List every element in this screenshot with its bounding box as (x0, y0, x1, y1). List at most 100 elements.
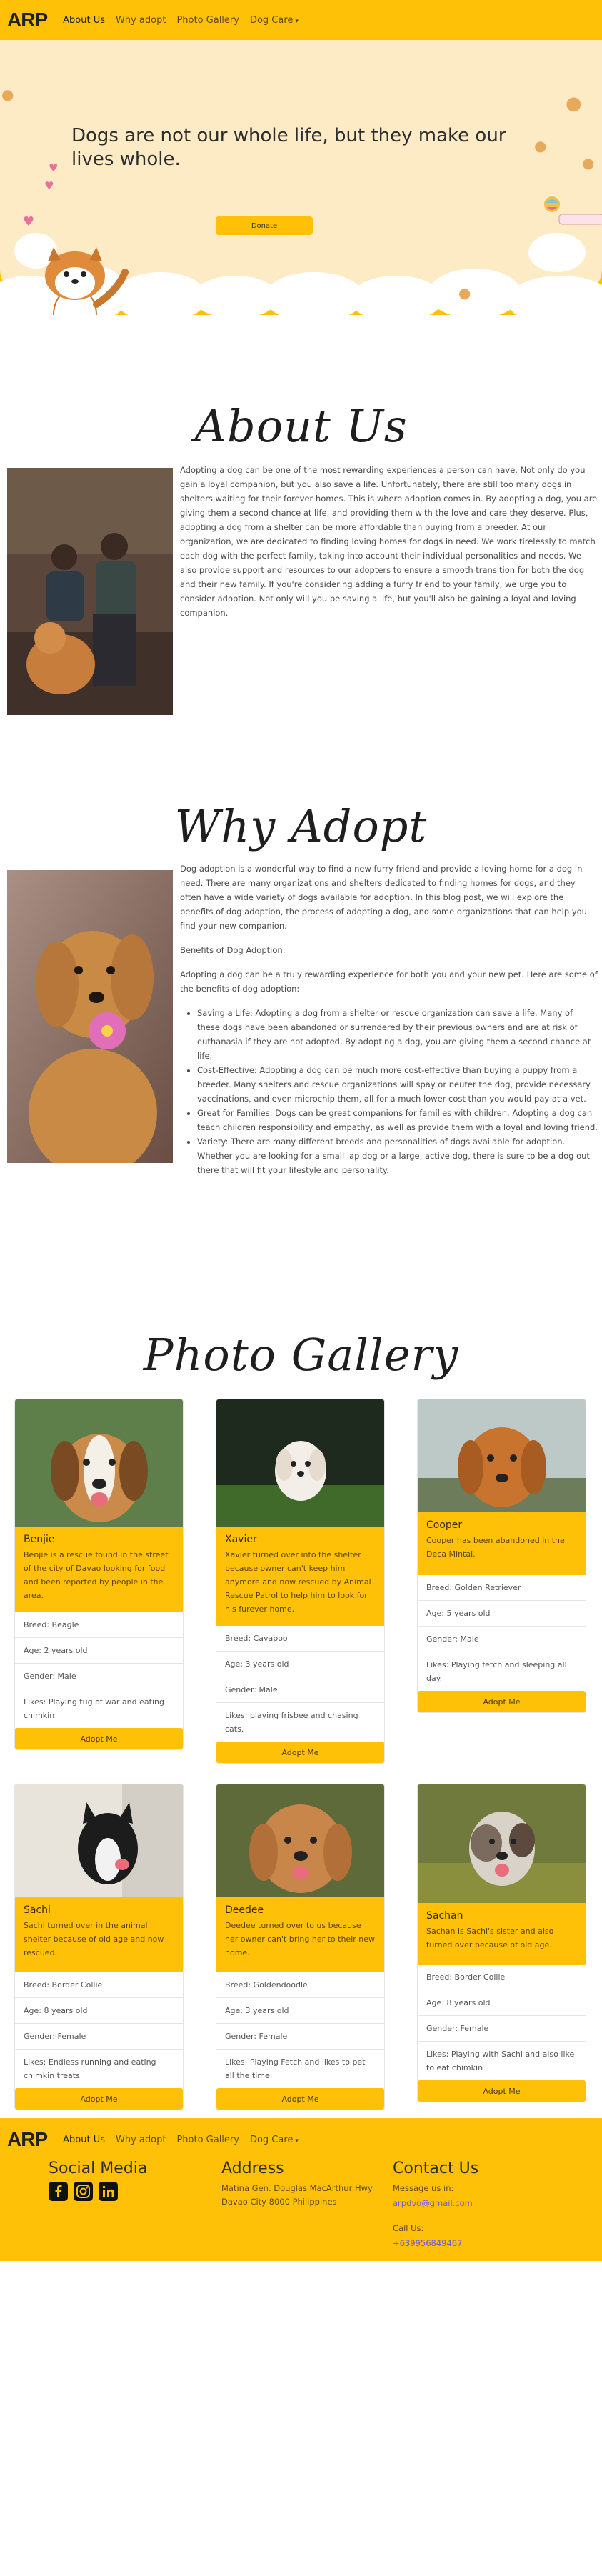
about-paragraph: Adopting a dog can be one of the most re… (180, 465, 598, 618)
dog-description: Xavier turned over into the shelter beca… (225, 1550, 371, 1614)
address-text: Matina Gen. Douglas MacArthur Hwy Davao … (221, 2183, 373, 2207)
dog-name: Benjie (24, 1534, 55, 1545)
dog-gender: Gender: Male (418, 1627, 586, 1652)
about-text: Adopting a dog can be one of the most re… (180, 463, 598, 630)
linkedin-icon[interactable] (99, 2182, 119, 2201)
dog-card-cooper: Cooper Cooper has been abandoned in the … (417, 1399, 586, 1713)
why-adopt-text: Dog adoption is a wonderful way to find … (180, 862, 598, 1177)
social-media-title: Social Media (49, 2160, 148, 2177)
chevron-down-icon: ▾ (295, 17, 299, 25)
dog-name: Deedee (225, 1904, 264, 1916)
about-title: About Us (194, 400, 408, 452)
dog-age: Age: 3 years old (216, 1998, 384, 2024)
dog-age: Age: 5 years old (418, 1601, 586, 1627)
dog-age: Age: 3 years old (216, 1652, 384, 1677)
heart-icon: ♥ (44, 179, 54, 192)
brand-logo[interactable]: ARP (7, 9, 48, 31)
dog-gender: Gender: Female (418, 2016, 586, 2042)
hero-headline: Dogs are not our whole life, but they ma… (71, 125, 506, 170)
nav-dropdown-dog-care[interactable]: Dog Care ▾ (250, 15, 299, 26)
footer-link-photo-gallery[interactable]: Photo Gallery (176, 2135, 239, 2145)
benefit-item: Cost-Effective: Adopting a dog can be mu… (197, 1063, 598, 1106)
why-intro: Dog adoption is a wonderful way to find … (180, 864, 587, 931)
footer-contact: Contact Us Message us in: arpdvo@gmail.c… (393, 2160, 564, 2249)
dog-card-header: Xavier Xavier turned over into the shelt… (216, 1527, 384, 1626)
dog-description: Cooper has been abandoned in the Deca Mi… (426, 1536, 565, 1559)
dog-breed: Breed: Golden Retriever (418, 1575, 586, 1601)
nav-link-photo-gallery[interactable]: Photo Gallery (176, 15, 239, 26)
dog-card-xavier: Xavier Xavier turned over into the shelt… (216, 1399, 385, 1764)
adopt-me-button[interactable]: Adopt Me (15, 2088, 183, 2110)
adopt-me-button[interactable]: Adopt Me (15, 1728, 183, 1749)
adopt-me-button[interactable]: Adopt Me (418, 2080, 586, 2102)
dog-photo (15, 1784, 183, 1897)
dog-name: Sachan (426, 1910, 463, 1922)
balloon-illustration (544, 196, 602, 225)
dog-card-benjie: Benjie Benjie is a rescue found in the s… (14, 1399, 184, 1750)
why-adopt-title: Why Adopt (174, 800, 428, 852)
adopt-me-button[interactable]: Adopt Me (216, 2088, 384, 2110)
heart-icon: ♥ (49, 161, 59, 174)
phone-link[interactable]: +639956849467 (393, 2238, 462, 2248)
instagram-icon[interactable] (74, 2182, 94, 2201)
footer-link-dog-care-label: Dog Care (249, 2134, 294, 2145)
dog-breed: Breed: Beagle (15, 1612, 183, 1638)
dog-card-header: Benjie Benjie is a rescue found in the s… (15, 1527, 183, 1612)
email-link[interactable]: arpdvo@gmail.com (393, 2198, 473, 2208)
address-title: Address (221, 2160, 284, 2177)
benefit-item: Great for Families: Dogs can be great co… (197, 1106, 598, 1134)
dog-name: Sachi (24, 1904, 51, 1916)
dog-breed: Breed: Goldendoodle (216, 1972, 384, 1998)
dog-photo (418, 1784, 586, 1903)
donate-button[interactable]: Donate (216, 216, 313, 235)
benefit-item: Variety: There are many different breeds… (197, 1134, 598, 1177)
dog-likes: Likes: Playing fetch and sleeping all da… (426, 1660, 567, 1683)
dog-likes: Likes: playing frisbee and chasing cats. (225, 1711, 358, 1734)
nav-link-about[interactable]: About Us (63, 15, 105, 26)
dog-photo (418, 1399, 586, 1512)
dog-card-header: Sachan Sachan is Sachi's sister and also… (418, 1903, 586, 1965)
heart-icon: ♥ (23, 214, 35, 229)
footer-address: Address Matina Gen. Douglas MacArthur Hw… (221, 2160, 378, 2209)
dog-likes: Likes: Playing Fetch and likes to pet al… (225, 2057, 366, 2080)
dog-card-header: Deedee Deedee turned over to us because … (216, 1897, 384, 1972)
paw-icon: ● (534, 137, 547, 154)
benefits-heading: Benefits of Dog Adoption: (180, 945, 286, 955)
footer-social: Social Media (49, 2160, 147, 2204)
call-label: Call Us: (393, 2223, 424, 2233)
paw-icon: ● (582, 154, 595, 171)
adopt-me-button[interactable]: Adopt Me (418, 1691, 586, 1712)
dog-gender: Gender: Male (216, 1677, 384, 1703)
footer-dropdown-dog-care[interactable]: Dog Care ▾ (250, 2135, 299, 2145)
dog-description: Sachi turned over in the animal shelter … (24, 1921, 164, 1957)
dog-gender: Gender: Female (15, 2024, 183, 2050)
dog-card-sachan: Sachan Sachan is Sachi's sister and also… (417, 1784, 586, 2102)
footer-nav: ARP About Us Why adopt Photo Gallery Dog… (7, 2128, 309, 2151)
footer-link-about[interactable]: About Us (63, 2135, 105, 2145)
benefit-item: Saving a Life: Adopting a dog from a she… (197, 1006, 598, 1063)
paw-icon: ● (458, 284, 471, 301)
footer-link-why-adopt[interactable]: Why adopt (116, 2135, 166, 2145)
dog-card-header: Sachi Sachi turned over in the animal sh… (15, 1897, 183, 1972)
dog-name: Cooper (426, 1519, 463, 1531)
dog-description: Deedee turned over to us because her own… (225, 1921, 376, 1957)
dog-photo (216, 1399, 384, 1527)
dog-likes: Likes: Playing tug of war and eating chi… (24, 1697, 164, 1720)
dog-gender: Gender: Female (216, 2024, 384, 2050)
dog-age: Age: 8 years old (418, 1990, 586, 2016)
hero-banner: ● ● ● ● ● ● ● ● ♥ ♥ ♥ Dogs are not our w… (0, 40, 602, 315)
dog-card-deedee: Deedee Deedee turned over to us because … (216, 1784, 385, 2110)
adopt-me-button[interactable]: Adopt Me (216, 1742, 384, 1763)
dog-photo (15, 1399, 183, 1527)
nav-link-why-adopt[interactable]: Why adopt (116, 15, 166, 26)
footer-brand-logo[interactable]: ARP (7, 2128, 48, 2151)
dog-name: Xavier (225, 1534, 257, 1545)
cartoon-dog-illustration (45, 247, 129, 315)
dog-card-header: Cooper Cooper has been abandoned in the … (418, 1512, 586, 1575)
dog-gender: Gender: Male (15, 1664, 183, 1689)
paw-icon: ● (1, 86, 14, 103)
navbar: ARP About Us Why adopt Photo Gallery Dog… (0, 0, 602, 40)
facebook-icon[interactable] (49, 2182, 68, 2201)
dog-description: Sachan is Sachi's sister and also turned… (426, 1927, 554, 1950)
dog-likes: Likes: Playing with Sachi and also like … (426, 2050, 575, 2072)
